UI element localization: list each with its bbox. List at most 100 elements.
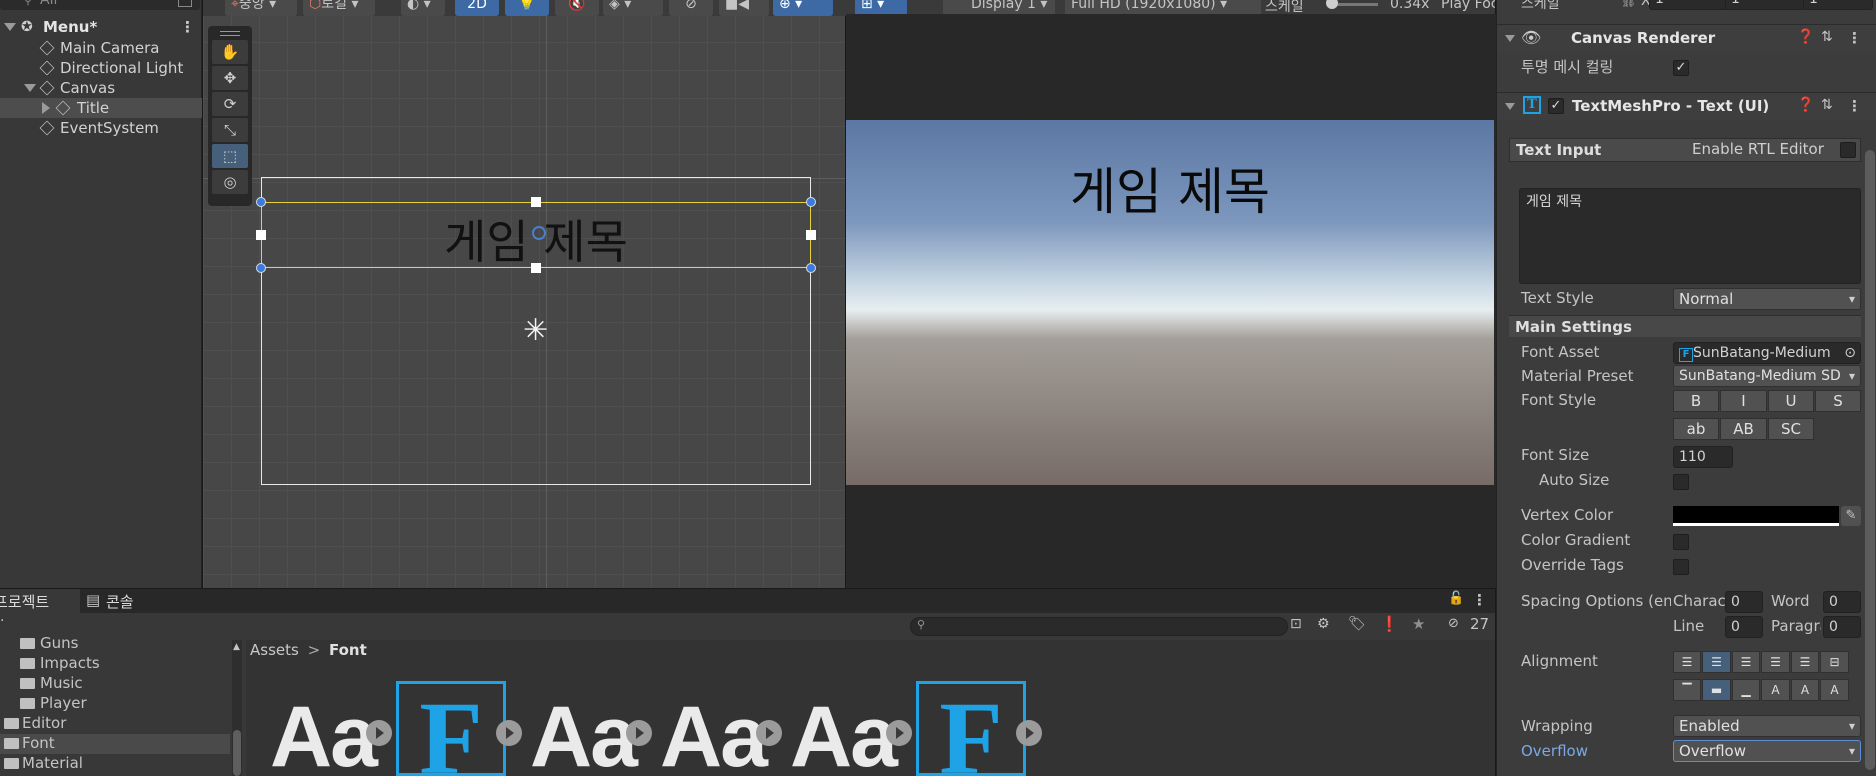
- handle-top-right[interactable]: [806, 197, 816, 207]
- hidden-packages-icon[interactable]: ⊘: [1448, 616, 1459, 631]
- font-file-asset[interactable]: Aa: [270, 688, 378, 776]
- scene-view[interactable]: 게임 제목 ✳: [203, 14, 845, 588]
- rotate-tool[interactable]: ⟳: [212, 92, 248, 116]
- presets-icon[interactable]: ⇅: [1821, 97, 1833, 113]
- lighting-toggle[interactable]: 💡: [505, 0, 549, 16]
- help-icon[interactable]: ❓: [1797, 29, 1814, 45]
- lowercase-button[interactable]: ab: [1673, 418, 1719, 440]
- expand-asset-icon[interactable]: [756, 720, 782, 746]
- hierarchy-search-bar[interactable]: ⚲ All: [0, 0, 200, 10]
- font-asset-item[interactable]: F: [396, 681, 506, 776]
- filter-label-icon[interactable]: 🏷: [1348, 616, 1366, 632]
- folder-material[interactable]: Material: [0, 754, 230, 774]
- component-enabled-checkbox[interactable]: ✓: [1548, 98, 1564, 114]
- breadcrumb-assets[interactable]: Assets: [250, 641, 299, 659]
- anchor-pivot-icon[interactable]: [532, 226, 546, 240]
- project-search-input[interactable]: ⚲: [910, 617, 1288, 636]
- folder-player[interactable]: Player: [0, 694, 230, 714]
- move-tool[interactable]: ✥: [212, 66, 248, 90]
- expand-asset-icon[interactable]: [496, 720, 522, 746]
- strikethrough-button[interactable]: S: [1815, 390, 1861, 412]
- scale-z-field[interactable]: 1: [1803, 0, 1873, 10]
- scale-y-field[interactable]: 1: [1725, 0, 1805, 10]
- 2d-toggle[interactable]: 2D: [455, 0, 499, 16]
- hierarchy-item-canvas[interactable]: Canvas: [0, 78, 202, 98]
- override-tags-checkbox[interactable]: [1673, 559, 1689, 575]
- anchor-icon[interactable]: ✳: [523, 316, 548, 346]
- expand-asset-icon[interactable]: [626, 720, 652, 746]
- hierarchy-item-main-camera[interactable]: Main Camera: [0, 38, 202, 58]
- scene-row[interactable]: ✪ Menu* ⋮: [0, 17, 202, 37]
- hierarchy-item-directional-light[interactable]: Directional Light: [0, 58, 202, 78]
- collapse-icon[interactable]: [1505, 103, 1515, 110]
- handle-left[interactable]: [256, 230, 266, 240]
- tab-console[interactable]: ▤ 콘솔: [82, 589, 152, 613]
- warning-filter-icon[interactable]: ❗: [1380, 615, 1399, 633]
- panel-menu-icon[interactable]: ⋮: [1472, 591, 1487, 609]
- game-view[interactable]: 게임 제목: [846, 120, 1494, 485]
- rtl-editor-checkbox[interactable]: [1840, 142, 1856, 158]
- font-file-asset[interactable]: Aa: [530, 688, 638, 776]
- scale-x-field[interactable]: 1: [1649, 0, 1729, 10]
- draw-mode-dropdown[interactable]: ◐ ▾: [401, 0, 445, 16]
- object-picker-icon[interactable]: ⊙: [1844, 343, 1856, 363]
- line-spacing-field[interactable]: 0: [1725, 616, 1763, 638]
- audio-toggle[interactable]: 🔇: [555, 0, 599, 16]
- valign-capline-button[interactable]: A: [1820, 679, 1849, 701]
- handle-right[interactable]: [806, 230, 816, 240]
- help-icon[interactable]: ❓: [1797, 97, 1814, 113]
- expand-asset-icon[interactable]: [366, 720, 392, 746]
- folder-guns[interactable]: Guns: [0, 634, 230, 654]
- collapse-icon[interactable]: [1505, 35, 1515, 42]
- folder-font[interactable]: Font: [0, 734, 230, 754]
- valign-bottom-button[interactable]: ▁: [1732, 679, 1760, 701]
- tree-scroll-thumb[interactable]: [233, 730, 241, 776]
- smallcaps-button[interactable]: SC: [1768, 418, 1814, 440]
- font-file-asset[interactable]: Aa: [660, 688, 768, 776]
- constrain-proportions-icon[interactable]: ⛓: [1621, 0, 1636, 8]
- tab-project[interactable]: 프로젝트: [0, 589, 80, 613]
- align-justify-button[interactable]: ☰: [1761, 651, 1790, 673]
- font-file-asset[interactable]: Aa: [790, 688, 898, 776]
- font-size-field[interactable]: 110: [1673, 446, 1733, 468]
- uppercase-button[interactable]: AB: [1720, 418, 1767, 440]
- folder-editor[interactable]: Editor: [0, 714, 230, 734]
- search-filter-icon[interactable]: [178, 0, 192, 7]
- gizmos-dropdown[interactable]: ⊕ ▾: [773, 0, 833, 16]
- scene-menu-icon[interactable]: ⋮: [180, 17, 195, 37]
- space-dropdown[interactable]: ⬡로컬 ▾: [303, 0, 375, 16]
- rect-tool[interactable]: ⬚: [212, 144, 248, 168]
- breadcrumb-font[interactable]: Font: [329, 641, 367, 659]
- scale-slider[interactable]: [1326, 0, 1378, 9]
- valign-midline-button[interactable]: A: [1791, 679, 1819, 701]
- scale-slider-thumb[interactable]: [1326, 0, 1338, 9]
- align-geometry-button[interactable]: ⊟: [1820, 651, 1849, 673]
- valign-middle-button[interactable]: ▬: [1702, 679, 1731, 701]
- underline-button[interactable]: U: [1768, 390, 1814, 412]
- expand-scene-icon[interactable]: [4, 23, 16, 31]
- lock-icon[interactable]: 🔓: [1448, 591, 1464, 606]
- word-spacing-field[interactable]: 0: [1823, 591, 1861, 613]
- bold-button[interactable]: B: [1673, 390, 1719, 412]
- camera-dropdown[interactable]: ■◀: [719, 0, 769, 16]
- eyedropper-icon[interactable]: ✎: [1841, 506, 1861, 526]
- pivot-dropdown[interactable]: ⌖중앙 ▾: [225, 0, 297, 16]
- overflow-dropdown[interactable]: Overflow: [1673, 740, 1861, 762]
- transform-tool[interactable]: ◎: [212, 170, 248, 194]
- align-left-button[interactable]: ☰: [1673, 651, 1701, 673]
- text-input-area[interactable]: 게임 제목: [1519, 188, 1861, 284]
- handle-bottom-left[interactable]: [256, 263, 266, 273]
- favorite-star-icon[interactable]: ★: [1412, 615, 1425, 633]
- color-gradient-checkbox[interactable]: [1673, 534, 1689, 550]
- inspector-scrollbar[interactable]: [1865, 150, 1875, 770]
- align-center-button[interactable]: ☰: [1702, 651, 1731, 673]
- expand-canvas-icon[interactable]: [24, 84, 36, 92]
- handle-top[interactable]: [531, 197, 541, 207]
- expand-asset-icon[interactable]: [1016, 720, 1042, 746]
- folder-impacts[interactable]: Impacts: [0, 654, 230, 674]
- font-asset-field[interactable]: F SunBatang-Medium ⊙: [1673, 342, 1861, 364]
- create-menu-icon[interactable]: ·: [0, 613, 4, 629]
- hierarchy-item-eventsystem[interactable]: EventSystem: [0, 118, 202, 138]
- expand-title-icon[interactable]: [42, 102, 50, 114]
- auto-size-checkbox[interactable]: [1673, 474, 1689, 490]
